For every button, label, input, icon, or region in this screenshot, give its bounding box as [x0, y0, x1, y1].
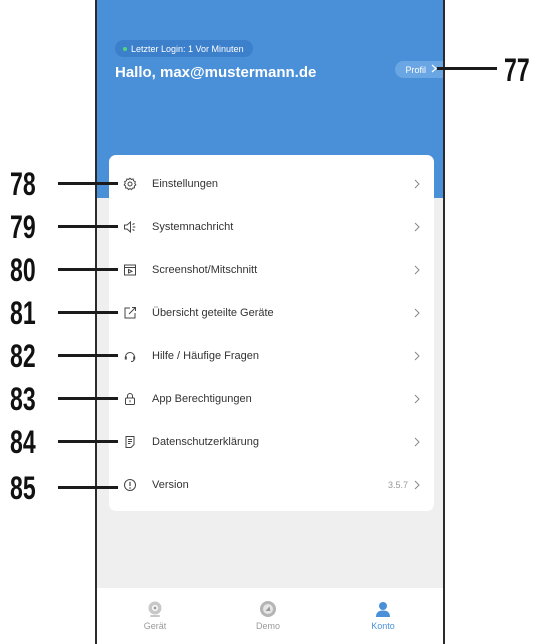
callout-line [58, 268, 118, 271]
chevron-right-icon [412, 265, 422, 275]
menu-item-label: Datenschutzerklärung [152, 436, 260, 448]
callout-number: 81 [10, 295, 36, 331]
menu-item-label: Systemnachricht [152, 221, 234, 233]
chevron-right-icon [412, 437, 422, 447]
chevron-right-icon [412, 179, 422, 189]
callout-number: 80 [10, 252, 36, 288]
account-icon [374, 600, 392, 618]
headset-icon [123, 349, 137, 363]
greeting-text: Hallo, max@mustermann.de [115, 64, 317, 81]
callout-number: 78 [10, 166, 36, 202]
tab-konto[interactable]: Konto [343, 588, 423, 644]
lock-icon [123, 392, 137, 406]
gear-icon [123, 177, 137, 191]
chevron-right-icon [412, 222, 422, 232]
document-icon [123, 435, 137, 449]
callout-number: 82 [10, 338, 36, 374]
menu-item-label: Einstellungen [152, 178, 219, 190]
menu-item-einstellungen[interactable]: Einstellungen [109, 162, 434, 206]
callout-line [58, 440, 118, 443]
callout-number: 84 [10, 424, 36, 460]
profile-button-label: Profil [405, 64, 426, 75]
tab-label: Konto [371, 621, 395, 631]
menu-item-label: Screenshot/Mitschnitt [152, 264, 258, 276]
menu-item-permissions[interactable]: App Berechtigungen [109, 377, 434, 421]
callout-line [58, 182, 118, 185]
chevron-right-icon [412, 394, 422, 404]
share-icon [123, 306, 137, 320]
menu-item-label: Übersicht geteilte Geräte [152, 307, 274, 319]
online-dot-icon [123, 46, 127, 51]
profile-button[interactable]: Profil [395, 61, 443, 78]
chevron-right-icon [412, 480, 422, 490]
menu-item-help[interactable]: Hilfe / Häufige Fragen [109, 334, 434, 378]
tab-demo[interactable]: Demo [228, 588, 308, 644]
last-login-text: Letzter Login: 1 Vor Minuten [131, 43, 244, 54]
menu-card: Einstellungen Systemnachricht Screenshot… [109, 155, 434, 511]
tab-geraet[interactable]: Gerät [115, 588, 195, 644]
phone-screen: Letzter Login: 1 Vor Minuten Hallo, max@… [95, 0, 445, 644]
tab-label: Demo [255, 621, 280, 631]
callout-line [58, 354, 118, 357]
menu-item-version[interactable]: Version 3.5.7 [109, 463, 434, 507]
tab-label: Gerät [143, 621, 167, 631]
last-login-badge: Letzter Login: 1 Vor Minuten [115, 40, 253, 57]
speaker-icon [123, 220, 137, 234]
demo-icon [259, 600, 277, 618]
version-value: 3.5.7 [387, 480, 408, 490]
callout-number: 83 [10, 381, 36, 417]
callout-number: 79 [10, 209, 36, 245]
menu-item-label: Hilfe / Häufige Fragen [152, 350, 259, 362]
menu-item-label: Version [152, 479, 189, 491]
menu-item-systemnachricht[interactable]: Systemnachricht [109, 205, 434, 249]
callout-line [58, 311, 118, 314]
callout-number-profile: 77 [504, 52, 530, 88]
callout-line [58, 225, 118, 228]
chevron-right-icon [412, 351, 422, 361]
device-icon [146, 600, 164, 618]
callout-line-profile [437, 67, 497, 70]
menu-item-privacy[interactable]: Datenschutzerklärung [109, 420, 434, 464]
bottom-tab-bar: Gerät Demo Konto [97, 588, 443, 644]
chevron-right-icon [412, 308, 422, 318]
video-icon [123, 263, 137, 277]
menu-item-shared-devices[interactable]: Übersicht geteilte Geräte [109, 291, 434, 335]
callout-line [58, 397, 118, 400]
info-icon [123, 478, 137, 492]
menu-item-screenshot[interactable]: Screenshot/Mitschnitt [109, 248, 434, 292]
menu-item-label: App Berechtigungen [152, 393, 252, 405]
callout-number: 85 [10, 470, 36, 506]
callout-line [58, 486, 118, 489]
